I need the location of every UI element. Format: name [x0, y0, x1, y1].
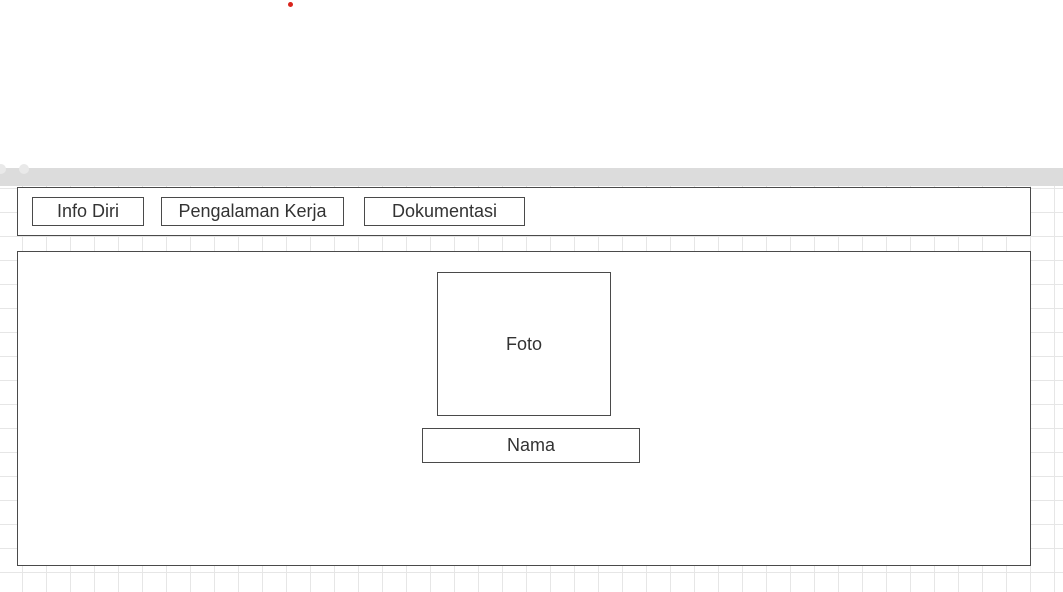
window-top-bar — [0, 164, 1063, 186]
name-field[interactable]: Nama — [422, 428, 640, 463]
tab-pengalaman-kerja[interactable]: Pengalaman Kerja — [161, 197, 344, 226]
tab-dokumentasi[interactable]: Dokumentasi — [364, 197, 525, 226]
window-control-dot[interactable] — [19, 164, 29, 174]
window-control-dot[interactable] — [0, 164, 6, 174]
tab-info-diri[interactable]: Info Diri — [32, 197, 144, 226]
photo-placeholder[interactable]: Foto — [437, 272, 611, 416]
marker-dot — [288, 2, 293, 7]
